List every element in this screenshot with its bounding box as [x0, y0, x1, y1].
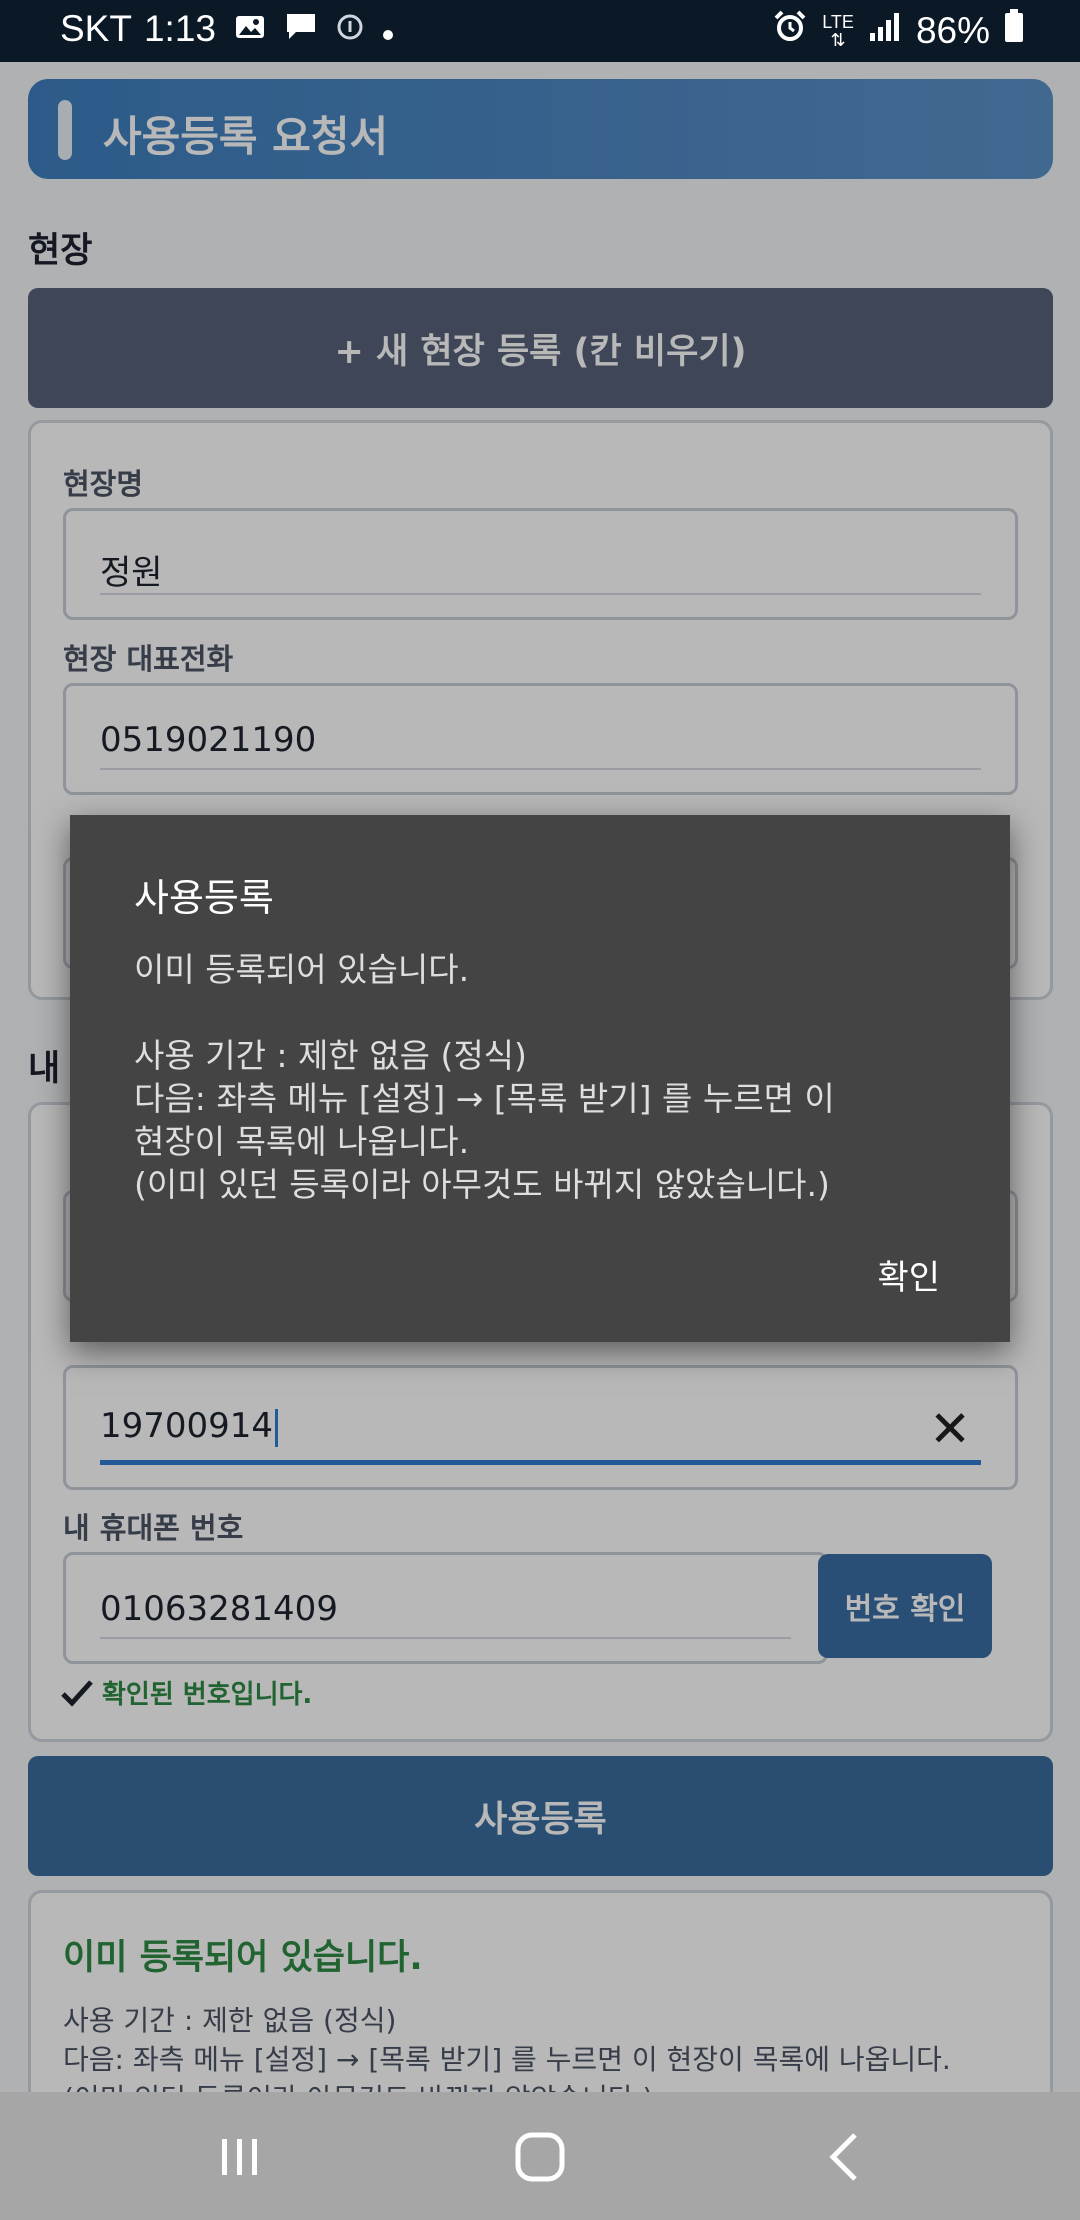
- status-bar-right: LTE ⇅ 86%: [772, 8, 1024, 53]
- status-bar-left: SKT 1:13: [60, 8, 394, 50]
- recent-apps-icon: [222, 2139, 257, 2175]
- back-button[interactable]: [805, 2122, 885, 2192]
- navigation-bar: [0, 2092, 1080, 2220]
- carrier: SKT: [60, 8, 132, 49]
- dialog-title: 사용등록: [134, 876, 274, 920]
- status-bar: SKT 1:13 LTE ⇅ 86%: [0, 0, 1080, 62]
- alert-dialog: 사용등록 이미 등록되어 있습니다. 사용 기간 : 제한 없음 (정식) 다음…: [70, 815, 1010, 1342]
- info-icon: [336, 8, 364, 50]
- home-icon: [515, 2132, 565, 2182]
- dialog-message-line: 현장이 목록에 나옵니다.: [134, 1122, 470, 1161]
- battery-percent: 86%: [915, 9, 990, 51]
- lte-icon: LTE ⇅: [822, 11, 854, 50]
- image-icon: [234, 8, 266, 50]
- home-button[interactable]: [500, 2122, 580, 2192]
- dot-icon: [382, 8, 394, 50]
- battery-icon: [1004, 9, 1024, 52]
- signal-icon: [868, 10, 902, 52]
- alarm-icon: [772, 8, 808, 53]
- dialog-message-line: 다음: 좌측 메뉴 [설정] → [목록 받기] 를 누르면 이: [134, 1079, 835, 1118]
- dialog-message-line: (이미 있던 등록이라 아무것도 바뀌지 않았습니다.): [134, 1165, 830, 1204]
- message-icon: [284, 8, 318, 50]
- clock: 1:13: [143, 8, 216, 49]
- recent-apps-button[interactable]: [200, 2122, 280, 2192]
- back-icon: [829, 2133, 857, 2181]
- dialog-ok-button[interactable]: 확인: [877, 1250, 940, 1299]
- dialog-message-line: 사용 기간 : 제한 없음 (정식): [134, 1036, 527, 1075]
- dialog-message-line: 이미 등록되어 있습니다.: [134, 950, 470, 989]
- network-type: LTE: [822, 11, 854, 32]
